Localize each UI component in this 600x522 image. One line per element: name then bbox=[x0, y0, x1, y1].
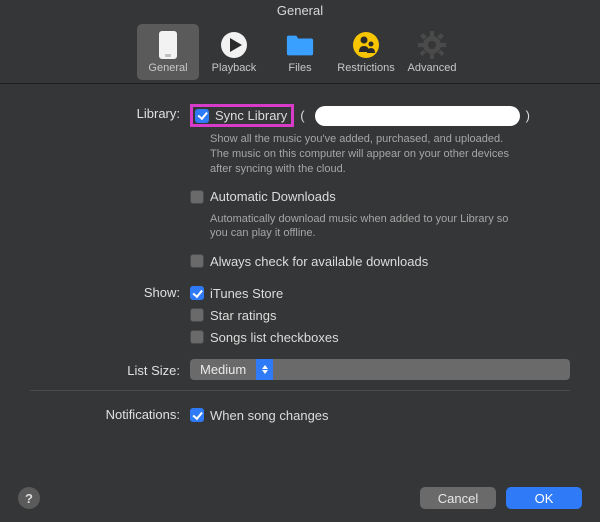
ok-button[interactable]: OK bbox=[506, 487, 582, 509]
tab-advanced[interactable]: Advanced bbox=[401, 24, 463, 80]
tab-general[interactable]: General bbox=[137, 24, 199, 80]
sync-library-highlight: Sync Library bbox=[190, 104, 294, 127]
tab-label: General bbox=[148, 62, 187, 74]
tab-files[interactable]: Files bbox=[269, 24, 331, 80]
help-button[interactable]: ? bbox=[18, 487, 40, 509]
divider bbox=[30, 390, 570, 391]
general-icon bbox=[153, 30, 183, 60]
gear-icon bbox=[417, 30, 447, 60]
cancel-button[interactable]: Cancel bbox=[420, 487, 496, 509]
star-ratings-checkbox[interactable] bbox=[190, 308, 204, 322]
window-title: General bbox=[0, 0, 600, 22]
automatic-downloads-description: Automatically download music when added … bbox=[190, 209, 520, 250]
list-size-value: Medium bbox=[190, 362, 256, 377]
paren-open: ( bbox=[300, 108, 304, 123]
songs-checkboxes-checkbox[interactable] bbox=[190, 330, 204, 344]
footer: ? Cancel OK bbox=[0, 474, 600, 522]
library-label: Library: bbox=[30, 104, 190, 121]
star-ratings-label: Star ratings bbox=[210, 308, 276, 323]
tab-label: Playback bbox=[212, 62, 257, 74]
sync-library-label: Sync Library bbox=[215, 108, 287, 123]
content-area: Library: Sync Library ( ) Show all the m… bbox=[0, 84, 600, 439]
playback-icon bbox=[219, 30, 249, 60]
restrictions-icon bbox=[351, 30, 381, 60]
tab-label: Restrictions bbox=[337, 62, 394, 74]
always-check-checkbox[interactable] bbox=[190, 254, 204, 268]
paren-close: ) bbox=[526, 108, 530, 123]
preferences-toolbar: General Playback Files Restrictions Adva… bbox=[0, 22, 600, 84]
show-label: Show: bbox=[30, 283, 190, 300]
account-pill bbox=[315, 106, 520, 126]
itunes-store-checkbox[interactable] bbox=[190, 286, 204, 300]
tab-playback[interactable]: Playback bbox=[203, 24, 265, 80]
sync-library-description: Show all the music you've added, purchas… bbox=[190, 129, 520, 185]
tab-label: Advanced bbox=[408, 62, 457, 74]
chevron-updown-icon bbox=[256, 359, 273, 380]
tab-restrictions[interactable]: Restrictions bbox=[335, 24, 397, 80]
tab-label: Files bbox=[288, 62, 311, 74]
list-size-select[interactable]: Medium bbox=[190, 359, 570, 380]
list-size-label: List Size: bbox=[30, 361, 190, 378]
song-changes-label: When song changes bbox=[210, 408, 329, 423]
song-changes-checkbox[interactable] bbox=[190, 408, 204, 422]
songs-checkboxes-label: Songs list checkboxes bbox=[210, 330, 339, 345]
sync-library-checkbox[interactable] bbox=[195, 109, 209, 123]
itunes-store-label: iTunes Store bbox=[210, 286, 283, 301]
files-icon bbox=[285, 30, 315, 60]
automatic-downloads-label: Automatic Downloads bbox=[210, 189, 336, 204]
notifications-label: Notifications: bbox=[30, 405, 190, 422]
automatic-downloads-checkbox[interactable] bbox=[190, 190, 204, 204]
always-check-label: Always check for available downloads bbox=[210, 254, 428, 269]
